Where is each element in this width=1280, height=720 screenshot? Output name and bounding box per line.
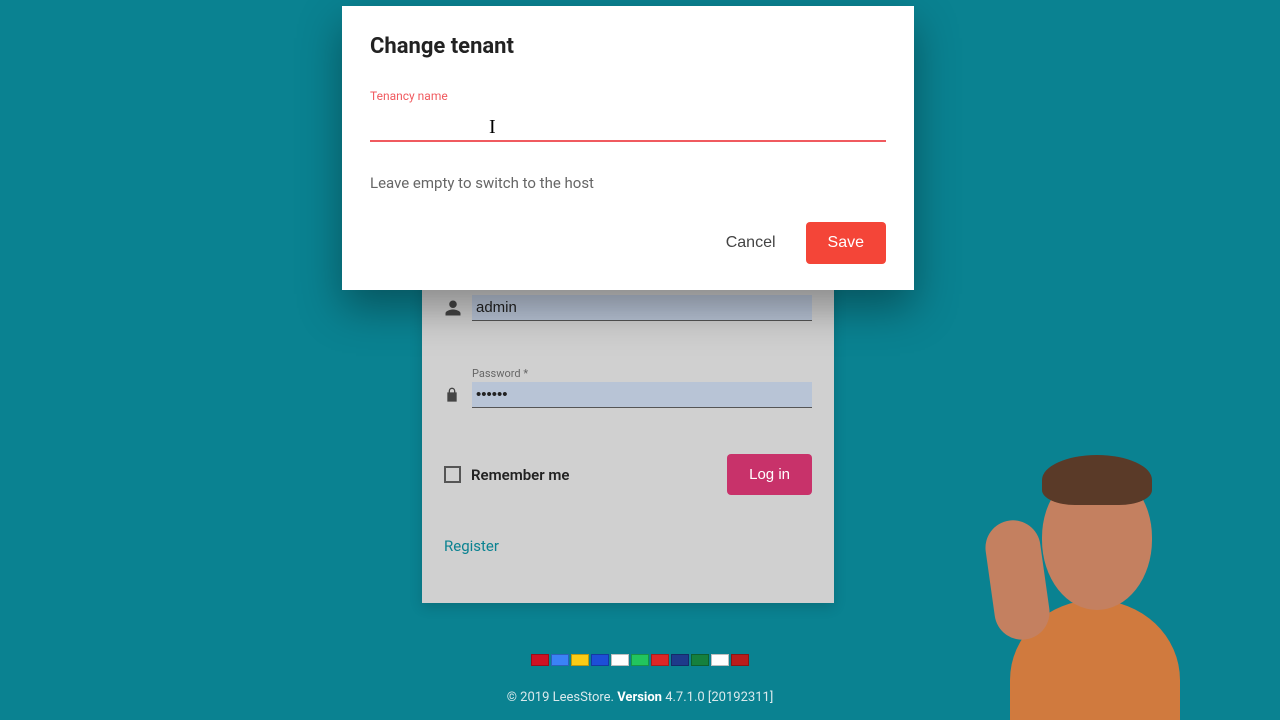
language-flag[interactable] [731,654,749,666]
language-flag[interactable] [611,654,629,666]
modal-title: Change tenant [370,34,886,59]
register-link[interactable]: Register [444,537,499,555]
lock-icon [444,386,472,408]
footer-version-value: 4.7.1.0 [20192311] [665,690,773,705]
language-flags [0,654,1280,666]
footer-text: © 2019 LeesStore. Version 4.7.1.0 [20192… [0,690,1280,705]
language-flag[interactable] [571,654,589,666]
remember-me-checkbox[interactable]: Remember me [444,466,569,484]
language-flag[interactable] [651,654,669,666]
change-tenant-modal: Change tenant Tenancy name Leave empty t… [342,6,914,290]
tenancy-hint: Leave empty to switch to the host [370,174,886,192]
footer-copyright: © 2019 LeesStore. [507,690,617,705]
language-flag[interactable] [591,654,609,666]
language-flag[interactable] [691,654,709,666]
password-field: Password * [444,367,812,408]
tenancy-name-input[interactable] [370,113,886,142]
cancel-button[interactable]: Cancel [720,224,782,262]
presenter-overlay [960,460,1180,720]
password-input[interactable] [472,382,812,408]
username-input[interactable] [472,295,812,321]
person-icon [444,299,472,321]
language-flag[interactable] [711,654,729,666]
language-flag[interactable] [671,654,689,666]
remember-me-label: Remember me [471,466,569,484]
save-button[interactable]: Save [806,222,886,264]
login-button[interactable]: Log in [727,454,812,495]
checkbox-box [444,466,461,483]
footer-version-label: Version [617,690,662,705]
language-flag[interactable] [551,654,569,666]
password-label: Password * [472,367,812,380]
language-flag[interactable] [631,654,649,666]
tenancy-name-label: Tenancy name [370,89,886,103]
language-flag[interactable] [531,654,549,666]
